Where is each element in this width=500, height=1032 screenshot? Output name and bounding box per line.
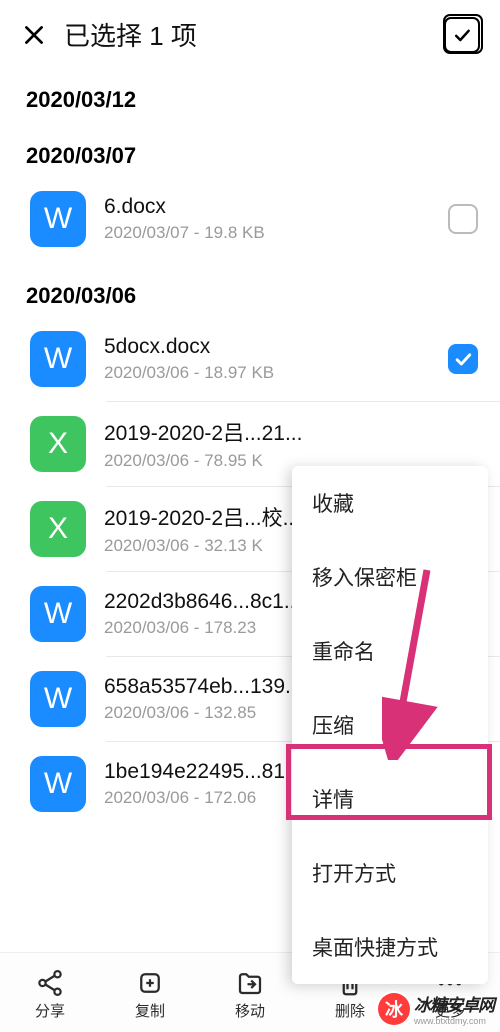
menu-shortcut[interactable]: 桌面快捷方式 bbox=[292, 910, 488, 984]
share-label: 分享 bbox=[35, 1000, 65, 1021]
context-menu: 收藏 移入保密柜 重命名 压缩 详情 打开方式 桌面快捷方式 bbox=[292, 466, 488, 984]
file-checkbox[interactable] bbox=[448, 204, 478, 234]
delete-label: 删除 bbox=[335, 1000, 365, 1021]
menu-openwith[interactable]: 打开方式 bbox=[292, 836, 488, 910]
date-header: 2020/03/06 bbox=[0, 261, 500, 317]
copy-label: 复制 bbox=[135, 1000, 165, 1021]
word-file-icon: W bbox=[30, 756, 86, 812]
file-name: 6.docx bbox=[104, 195, 438, 219]
word-file-icon: W bbox=[30, 586, 86, 642]
menu-vault[interactable]: 移入保密柜 bbox=[292, 540, 488, 614]
move-button[interactable]: 移动 bbox=[200, 968, 300, 1021]
file-meta: 2020/03/06 - 18.97 KB bbox=[104, 363, 438, 383]
date-header: 2020/03/07 bbox=[0, 121, 500, 177]
menu-favorite[interactable]: 收藏 bbox=[292, 466, 488, 540]
page-title: 已选择 1 项 bbox=[64, 16, 444, 53]
file-row[interactable]: W 5docx.docx 2020/03/06 - 18.97 KB bbox=[0, 317, 500, 401]
file-meta: 2020/03/07 - 19.8 KB bbox=[104, 223, 438, 243]
move-label: 移动 bbox=[235, 1000, 265, 1021]
copy-icon bbox=[135, 968, 165, 998]
select-all-button[interactable] bbox=[444, 17, 480, 53]
menu-compress[interactable]: 压缩 bbox=[292, 688, 488, 762]
copy-button[interactable]: 复制 bbox=[100, 968, 200, 1021]
watermark: 冰 冰糖安卓网 www.btxtdmy.com bbox=[378, 991, 494, 1026]
word-file-icon: W bbox=[30, 191, 86, 247]
excel-file-icon: X bbox=[30, 416, 86, 472]
share-button[interactable]: 分享 bbox=[0, 968, 100, 1021]
watermark-text: 冰糖安卓网 bbox=[414, 991, 494, 1016]
word-file-icon: W bbox=[30, 671, 86, 727]
watermark-url: www.btxtdmy.com bbox=[414, 1016, 494, 1026]
date-header: 2020/03/12 bbox=[0, 65, 500, 121]
excel-file-icon: X bbox=[30, 501, 86, 557]
menu-rename[interactable]: 重命名 bbox=[292, 614, 488, 688]
watermark-badge: 冰 bbox=[378, 993, 410, 1025]
close-icon[interactable] bbox=[20, 21, 48, 49]
move-icon bbox=[235, 968, 265, 998]
word-file-icon: W bbox=[30, 331, 86, 387]
share-icon bbox=[35, 968, 65, 998]
file-name: 2019-2020-2吕...21... bbox=[104, 417, 478, 447]
file-row[interactable]: W 6.docx 2020/03/07 - 19.8 KB bbox=[0, 177, 500, 261]
menu-details[interactable]: 详情 bbox=[292, 762, 488, 836]
file-name: 5docx.docx bbox=[104, 335, 438, 359]
file-checkbox[interactable] bbox=[448, 344, 478, 374]
